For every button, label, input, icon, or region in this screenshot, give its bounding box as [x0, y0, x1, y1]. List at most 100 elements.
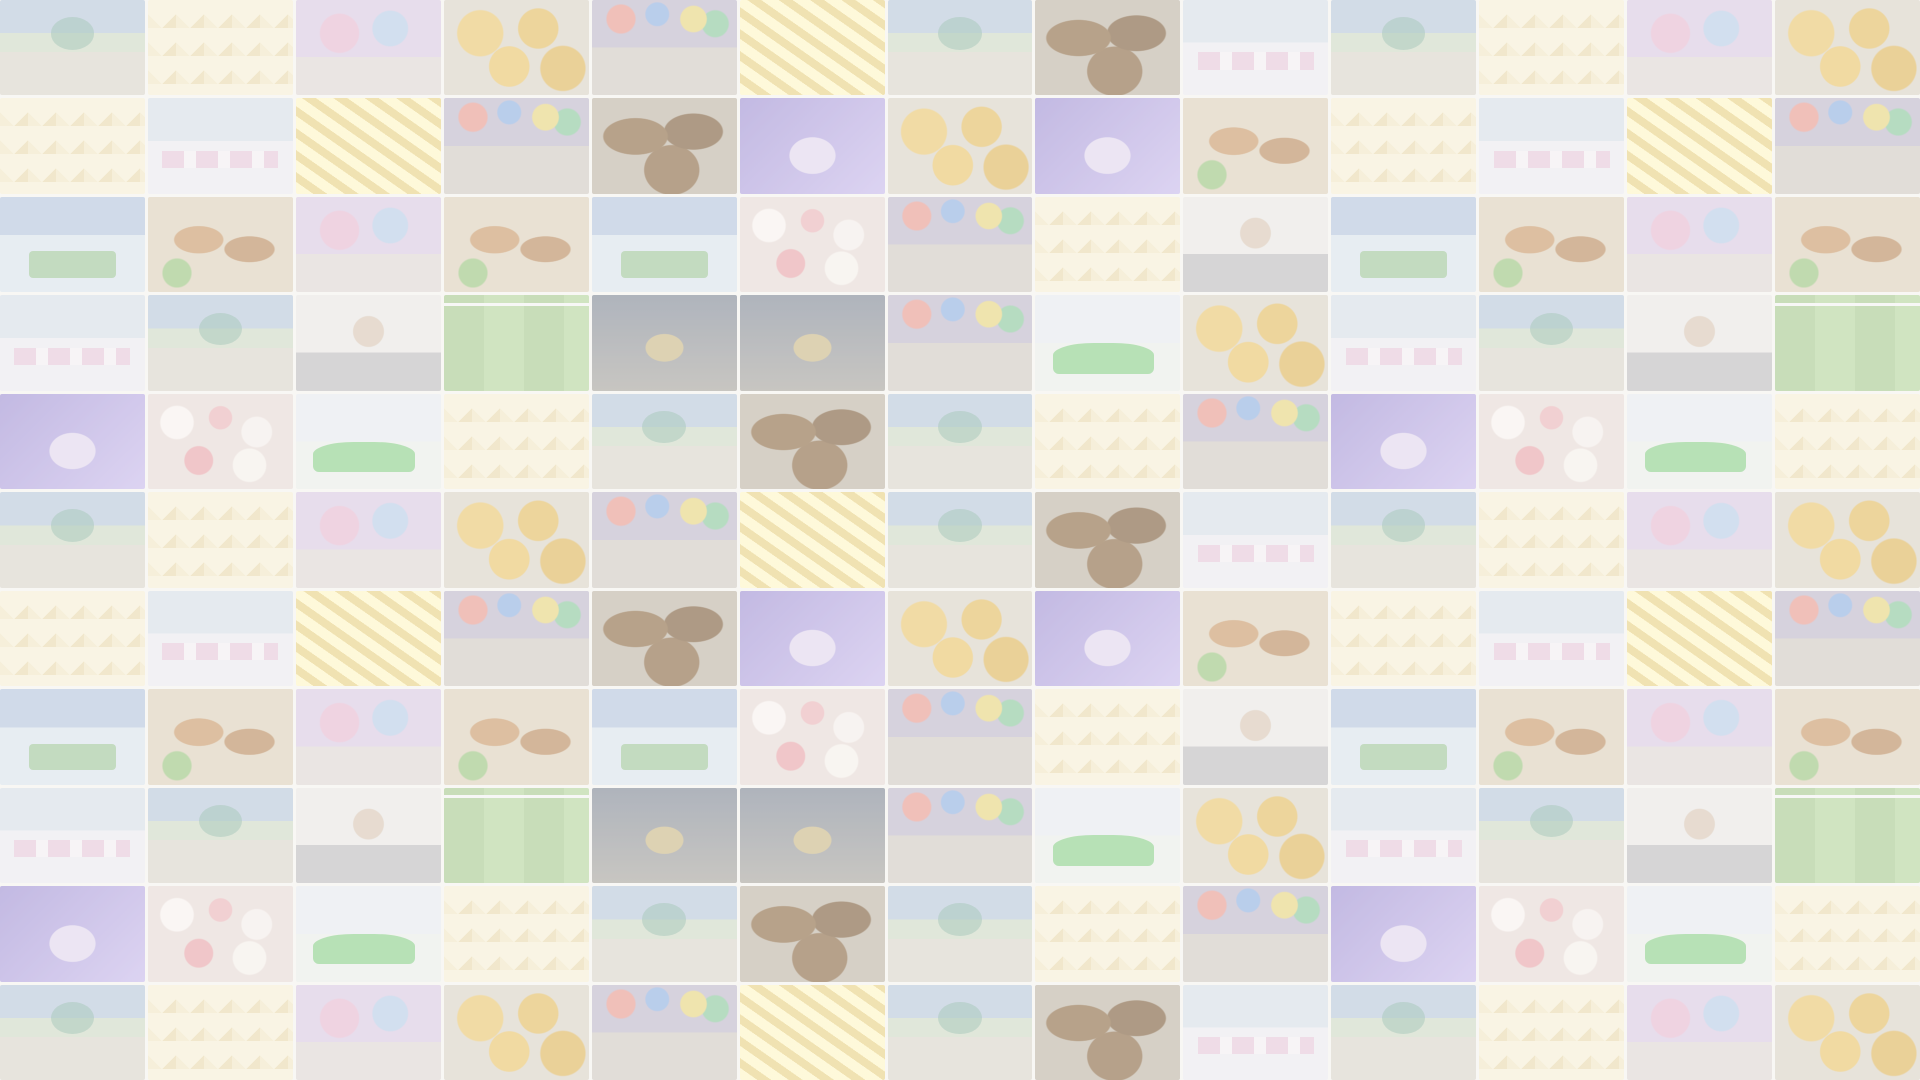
collage-photo-food-platter [1183, 98, 1329, 194]
collage-photo-party-stage [147, 295, 293, 391]
collage-photo-food-platter [443, 689, 589, 785]
collage-photo-party-stage [1331, 492, 1477, 588]
collage-photo-party-pink [295, 689, 441, 785]
collage-photo-party-stage [887, 886, 1033, 982]
collage-photo-food-chunks [147, 0, 293, 96]
collage-photo-party-dark [591, 787, 737, 884]
collage-photo-food-fries [1627, 98, 1772, 194]
collage-photo-party-pink [1627, 0, 1772, 96]
collage-photo-food-fries [739, 984, 885, 1080]
collage-photo-food-balls [1183, 787, 1329, 884]
collage-photo-food-platter [1479, 196, 1625, 293]
collage-photo-party-purple [1331, 886, 1477, 982]
collage-photo-boss [1627, 295, 1772, 391]
collage-photo-food-fries [1627, 590, 1772, 687]
collage-photo-food-balls [1775, 492, 1920, 588]
collage-photo-boss [1183, 196, 1329, 293]
collage-photo-food-balls [443, 984, 589, 1080]
collage-photo-food-platter [1183, 590, 1329, 687]
collage-photo-food-brown [739, 393, 885, 490]
collage-photo-food-fries [295, 98, 441, 194]
collage-photo-party-stage [591, 393, 737, 490]
collage-photo-food-fries [295, 590, 441, 687]
collage-photo-food-fries [739, 492, 885, 588]
collage-photo-food-chunks [1479, 984, 1625, 1080]
collage-photo-food-chunks [1035, 689, 1181, 785]
collage-photo-party-hall [1331, 787, 1477, 884]
collage-photo-food-chunks [1035, 393, 1181, 490]
collage-photo-inflatable [1627, 886, 1772, 982]
collage-photo-party-hall [1183, 0, 1329, 96]
collage-photo-food-platter [147, 689, 293, 785]
collage-photo-inflatable [1035, 787, 1181, 884]
collage-photo-party-pink [1627, 492, 1772, 588]
collage-photo-party-colorful [443, 98, 589, 194]
collage-photo-party-hall [1479, 98, 1625, 194]
collage-photo-food-chunks [1035, 196, 1181, 293]
collage-photo-party-colorful [591, 492, 737, 588]
collage-photo-party-pink [1627, 689, 1772, 785]
collage-photo-food-candy [739, 196, 885, 293]
collage-photo-food-candy [739, 689, 885, 785]
collage-photo-party-colorful [887, 196, 1033, 293]
collage-photo-party-dark [739, 787, 885, 884]
collage-photo-food-chunks [0, 590, 145, 687]
collage-photo-food-platter [147, 196, 293, 293]
collage-photo-party-dark [591, 295, 737, 391]
collage-photo-party-purple [739, 590, 885, 687]
collage-photo-party-colorful [887, 787, 1033, 884]
collage-photo-party-stage [0, 0, 145, 96]
collage-photo-party-colorful [443, 590, 589, 687]
collage-photo-party-hall [0, 787, 145, 884]
collage-photo-field [1775, 295, 1920, 391]
collage-photo-food-chunks [1035, 886, 1181, 982]
collage-photo-party-stage [887, 984, 1033, 1080]
collage-photo-food-candy [1479, 393, 1625, 490]
collage-photo-food-balls [443, 0, 589, 96]
collage-photo-party-hall [1183, 492, 1329, 588]
collage-photo-party-hall [1479, 590, 1625, 687]
collage-photo-party-stage [887, 393, 1033, 490]
collage-photo-playground [0, 196, 145, 293]
collage-photo-party-pink [295, 196, 441, 293]
collage-photo-party-hall [147, 98, 293, 194]
collage-photo-food-chunks [147, 492, 293, 588]
collage-photo-party-stage [591, 886, 737, 982]
collage-photo-party-colorful [1183, 886, 1329, 982]
collage-photo-food-balls [887, 590, 1033, 687]
collage-photo-party-pink [1627, 984, 1772, 1080]
collage-photo-party-colorful [1775, 590, 1920, 687]
collage-photo-party-stage [1479, 787, 1625, 884]
collage-photo-food-balls [887, 98, 1033, 194]
collage-photo-party-colorful [591, 984, 737, 1080]
collage-photo-food-chunks [1331, 590, 1477, 687]
collage-photo-playground [1331, 196, 1477, 293]
collage-photo-food-chunks [1479, 492, 1625, 588]
collage-photo-food-balls [1775, 0, 1920, 96]
collage-photo-food-chunks [443, 886, 589, 982]
collage-photo-food-chunks [1331, 98, 1477, 194]
collage-photo-food-brown [1035, 0, 1181, 96]
collage-photo-food-fries [739, 0, 885, 96]
collage-photo-food-chunks [1479, 0, 1625, 96]
collage-photo-inflatable [295, 886, 441, 982]
collage-photo-party-stage [1331, 984, 1477, 1080]
collage-photo-playground [0, 689, 145, 785]
collage-photo-food-candy [147, 886, 293, 982]
collage-photo-food-platter [1775, 689, 1920, 785]
collage-photo-party-purple [0, 886, 145, 982]
collage-photo-inflatable [1627, 393, 1772, 490]
collage-photo-food-brown [591, 590, 737, 687]
collage-photo-party-stage [1331, 0, 1477, 96]
collage-photo-playground [591, 689, 737, 785]
collage-photo-inflatable [295, 393, 441, 490]
collage-photo-food-balls [1183, 295, 1329, 391]
collage-photo-food-platter [1775, 196, 1920, 293]
collage-photo-party-stage [1479, 295, 1625, 391]
collage-photo-party-hall [1331, 295, 1477, 391]
collage-photo-party-colorful [591, 0, 737, 96]
collage-photo-party-pink [295, 0, 441, 96]
collage-photo-party-purple [1035, 590, 1181, 687]
collage-photo-party-colorful [887, 689, 1033, 785]
collage-photo-food-brown [591, 98, 737, 194]
